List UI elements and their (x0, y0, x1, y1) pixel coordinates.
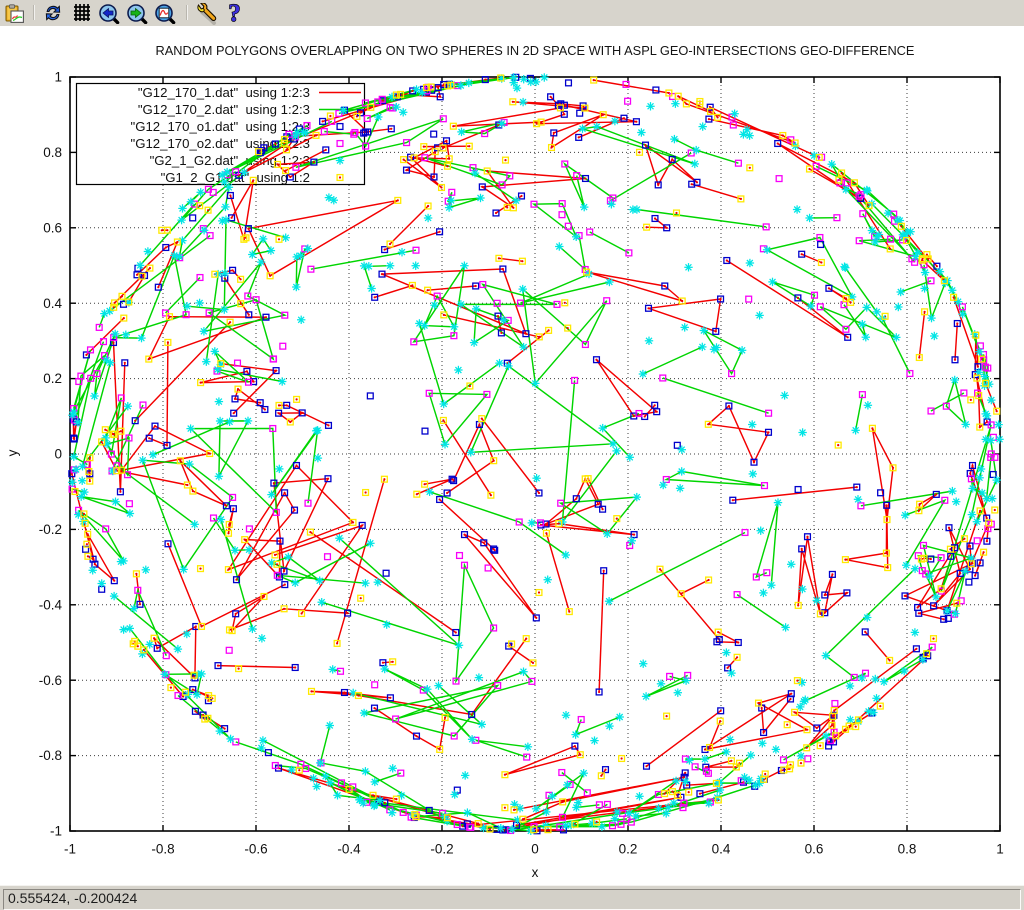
svg-text:RANDOM POLYGONS OVERLAPPING ON: RANDOM POLYGONS OVERLAPPING ON TWO SPHER… (156, 43, 915, 58)
svg-text:0: 0 (54, 447, 62, 462)
svg-text:y: y (5, 449, 20, 456)
svg-text:0: 0 (531, 842, 539, 857)
svg-text:0.2: 0.2 (43, 371, 62, 386)
svg-text:-0.6: -0.6 (39, 673, 62, 688)
svg-text:?: ? (228, 2, 241, 25)
svg-text:-0.2: -0.2 (430, 842, 453, 857)
svg-text:"G2_1_G2.dat" using 1:2:3: "G2_1_G2.dat" using 1:2:3 (150, 153, 310, 168)
svg-text:0.4: 0.4 (43, 296, 62, 311)
svg-text:-0.2: -0.2 (39, 522, 62, 537)
svg-text:"G12_170_o1.dat" using 1:2:3: "G12_170_o1.dat" using 1:2:3 (131, 119, 310, 134)
svg-text:0.8: 0.8 (898, 842, 917, 857)
svg-text:0.8: 0.8 (43, 145, 62, 160)
svg-text:0.6: 0.6 (43, 220, 62, 235)
svg-text:1: 1 (54, 70, 62, 85)
svg-text:-0.4: -0.4 (39, 597, 63, 612)
svg-text:"G12_170_1.dat" using 1:2:3: "G12_170_1.dat" using 1:2:3 (138, 85, 310, 100)
svg-text:-0.8: -0.8 (151, 842, 174, 857)
svg-text:x: x (532, 865, 539, 880)
svg-text:-0.6: -0.6 (244, 842, 267, 857)
svg-text:-0.4: -0.4 (337, 842, 361, 857)
svg-text:"G12_170_2.dat" using 1:2:3: "G12_170_2.dat" using 1:2:3 (138, 102, 310, 117)
svg-text:0.4: 0.4 (712, 842, 731, 857)
svg-text:-1: -1 (50, 824, 62, 839)
svg-text:1: 1 (996, 842, 1004, 857)
svg-text:-0.8: -0.8 (39, 748, 62, 763)
svg-text:0.2: 0.2 (619, 842, 638, 857)
svg-text:-1: -1 (64, 842, 76, 857)
svg-text:0.6: 0.6 (805, 842, 824, 857)
